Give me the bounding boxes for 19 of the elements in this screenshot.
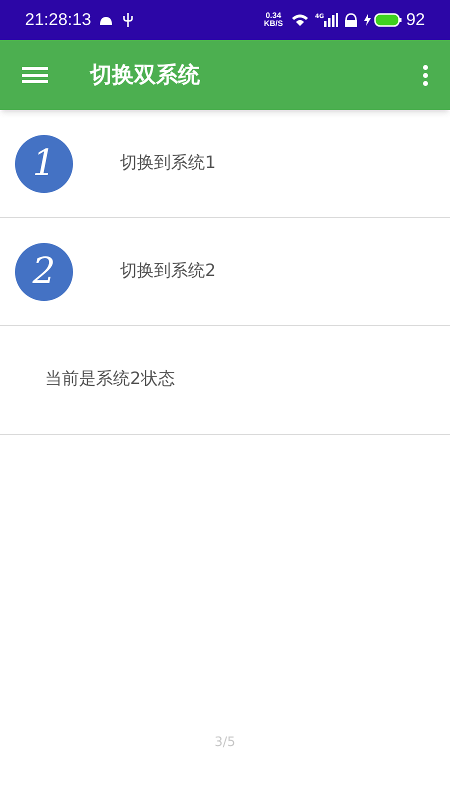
usb-icon (123, 12, 134, 28)
clock: 21:28:13 (25, 9, 92, 32)
switch-option[interactable]: 1 切换到系统1 (0, 110, 450, 218)
number-badge: 2 (15, 242, 73, 300)
speed-value: 0.34 (266, 12, 282, 20)
app-title: 切换双系统 (90, 62, 200, 90)
option-label: 切换到系统1 (120, 152, 216, 175)
speed-unit: KB/S (264, 20, 283, 28)
charging-icon (364, 14, 372, 26)
number-badge: 1 (15, 134, 73, 192)
battery-level: 92 (406, 9, 425, 32)
signal-icon (324, 13, 338, 27)
option-label: 切换到系统2 (120, 260, 216, 283)
battery-icon (374, 13, 402, 27)
switch-option[interactable]: 2 切换到系统2 (0, 218, 450, 326)
wifi-icon (290, 13, 309, 27)
status-message: 当前是系统2状态 (45, 368, 175, 392)
more-options-icon[interactable] (422, 64, 428, 86)
menu-icon[interactable] (22, 65, 48, 85)
